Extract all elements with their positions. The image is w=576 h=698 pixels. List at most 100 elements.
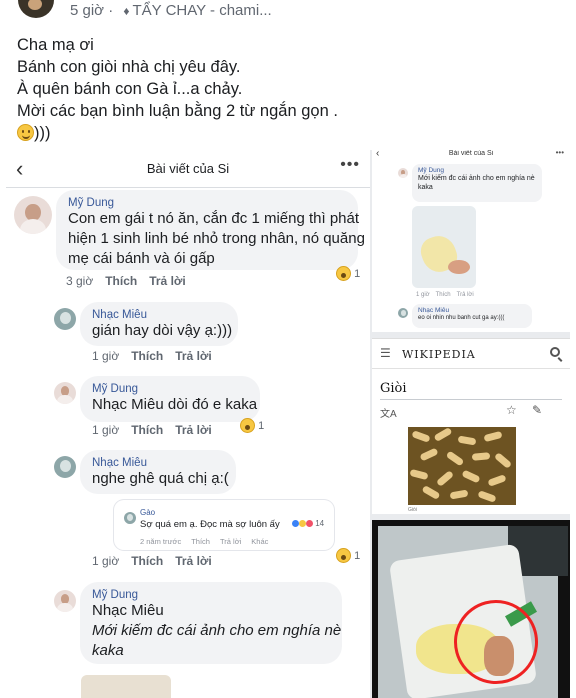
comment-time: 1 giờ: [416, 292, 430, 298]
comment-actions: 1 giờ Thích Trả lời: [92, 349, 224, 363]
more-horizontal-icon: •••: [555, 150, 564, 157]
post-tag-label[interactable]: TẨY CHAY - chami...: [133, 2, 272, 19]
like-link: Thích: [131, 349, 164, 363]
like-reaction-icon: [292, 520, 299, 527]
comment-bubble: Nhạc Miêu gián hay dòi vậy ạ:))): [80, 302, 238, 346]
post-photo-collage[interactable]: ‹ Bài viết của Si ••• Mỹ Dung Con em gái…: [6, 150, 570, 698]
love-reaction-icon: [306, 520, 313, 527]
comment-image: [81, 675, 171, 698]
post-line: À quên bánh con Gà ỉ...a chảy.: [17, 80, 243, 98]
reaction-number: 1: [354, 550, 361, 562]
avatar: [54, 590, 76, 612]
comment-time: 3 giờ: [66, 274, 94, 288]
quoted-reactions: 14: [292, 519, 324, 528]
comment-author: Mỹ Dung: [418, 167, 445, 174]
comment-bubble: Nhạc Miêu nghe ghê quá chị ạ:(: [80, 450, 236, 494]
reply-link: Trả lời: [175, 349, 212, 363]
post-text: Cha mạ ơi Bánh con giòi nhà chị yêu đây.…: [17, 34, 338, 144]
smile-emoji-icon: [17, 124, 34, 141]
comment-author: Nhạc Miêu: [92, 309, 147, 321]
post-line: Bánh con giòi nhà chị yêu đây.: [17, 58, 241, 76]
comment-author: Mỹ Dung: [68, 197, 115, 209]
pencil-icon: ✎: [532, 403, 543, 417]
avatar: [54, 308, 76, 330]
like-link: Thích: [105, 274, 138, 288]
comment-bubble: Mỹ Dung Mới kiếm đc cái ảnh cho em nghía…: [412, 164, 542, 202]
screenshot-header: ‹ Bài viết của Si •••: [6, 150, 370, 188]
maggots-photo: [408, 427, 516, 505]
comment-bubble: Mỹ Dung Nhạc Miêu dòi đó e kaka: [80, 376, 260, 422]
reply-link: Trả lời: [456, 292, 474, 298]
post-time[interactable]: 5 giờ: [70, 2, 104, 19]
post-meta: 5 giờ · ♦ TẨY CHAY - chami...: [70, 2, 272, 19]
comment-line: Mới kiếm đc cái ảnh cho em nghía nè: [92, 622, 342, 639]
like-link: Thích: [131, 554, 164, 568]
comment-bubble: Mỹ Dung Nhạc Miêu Mới kiếm đc cái ảnh ch…: [80, 582, 342, 664]
mention-tag: Nhạc Miêu: [92, 602, 164, 619]
screenshot-title: Bài viết của Si: [146, 161, 230, 176]
quoted-author: Gào: [140, 508, 156, 517]
comment-author: Nhạc Miêu: [92, 457, 147, 469]
comment-line: nghe ghê quá chị ạ:(: [92, 470, 229, 487]
comment-actions: 1 giờ Thích Trả lời: [92, 423, 224, 437]
comment-line: mẹ cái bánh và ói gấp: [68, 250, 215, 267]
meta-separator: ·: [108, 2, 114, 19]
quoted-comment-card: Gào Sợ quá em ạ. Đọc mà sợ luôn ấy 14 2 …: [114, 500, 334, 550]
wikipedia-screenshot: ☰ WIKIPEDIA Giòi 文A ☆ ✎ Giòi: [372, 338, 570, 514]
like-link: Thích: [191, 537, 210, 546]
star-icon: ☆: [506, 403, 517, 417]
other-link: Khác: [251, 537, 269, 546]
post-line: Mời các bạn bình luận bằng 2 từ ngắn gọn…: [17, 102, 338, 120]
quoted-message: Sợ quá em ạ. Đọc mà sợ luôn ấy: [140, 519, 280, 530]
comment-author: Mỹ Dung: [92, 589, 139, 601]
divider: [380, 399, 562, 400]
reaction-number: 1: [258, 420, 265, 432]
laugh-reaction-icon: [336, 548, 351, 563]
bun-closeup-photo: [372, 520, 570, 698]
comment-line: dòi đó e kaka: [167, 396, 258, 413]
comment-line: Con em gái t nó ăn, cắn đc 1 miếng thì p…: [68, 210, 360, 227]
mention-tag: Nhạc Miêu: [92, 396, 164, 413]
image-caption: Giòi: [408, 507, 417, 513]
quoted-actions: 2 năm trước Thích Trả lời Khác: [140, 537, 278, 546]
reply-link: Trả lời: [175, 554, 212, 568]
comment-actions: 1 giờ Thích Trả lời: [416, 292, 480, 298]
mini-title: Bài viết của Si: [448, 150, 494, 157]
comment-author: Nhạc Miêu: [418, 307, 450, 314]
avatar: [398, 308, 408, 318]
comment-time: 1 giờ: [92, 554, 120, 568]
reaction-number: 14: [315, 519, 325, 528]
avatar: [398, 168, 408, 178]
more-horizontal-icon: •••: [340, 156, 360, 173]
reaction-number: 1: [354, 268, 361, 280]
avatar: [14, 196, 52, 234]
author-avatar[interactable]: [18, 0, 54, 18]
emoji-suffix: ))): [34, 124, 51, 142]
wow-reaction-icon: [299, 520, 306, 527]
comment-line: Mới kiếm đc cái ảnh cho em nghía nè: [418, 175, 535, 182]
comment-actions: 1 giờ Thích Trả lời: [92, 554, 224, 568]
comment-line: gián hay dòi vậy ạ:))): [92, 322, 233, 339]
comment-line: kaka: [92, 642, 124, 659]
like-link: Thích: [131, 423, 164, 437]
comment-line: eo oi nhin nhu banh cut ga ay:(((: [418, 315, 505, 321]
comment-bubble: Mỹ Dung Con em gái t nó ăn, cắn đc 1 miế…: [56, 190, 365, 270]
article-title: Giòi: [380, 381, 407, 396]
avatar: [54, 382, 76, 404]
reply-link: Trả lời: [175, 423, 212, 437]
wiki-toolbar: ☰ WIKIPEDIA: [372, 339, 570, 369]
comment-bubble: Nhạc Miêu eo oi nhin nhu banh cut ga ay:…: [412, 304, 532, 328]
bun-photo: [412, 206, 476, 288]
comment-time: 1 giờ: [92, 349, 120, 363]
comment-screenshot: ‹ Bài viết của Si ••• Mỹ Dung Con em gái…: [6, 150, 370, 698]
post-header: 5 giờ · ♦ TẨY CHAY - chami...: [0, 0, 576, 28]
comment-line: kaka: [418, 184, 433, 191]
mini-comment-screenshot: ‹ Bài viết của Si ••• Mỹ Dung Mới kiếm đ…: [372, 150, 570, 332]
comment-time: 1 giờ: [92, 423, 120, 437]
post-line: Cha mạ ơi: [17, 36, 94, 54]
laugh-reaction-icon: [240, 418, 255, 433]
reaction-count: 1: [336, 266, 360, 281]
reaction-count: 1: [336, 548, 360, 563]
avatar: [124, 512, 136, 524]
quoted-time: 2 năm trước: [140, 537, 182, 546]
